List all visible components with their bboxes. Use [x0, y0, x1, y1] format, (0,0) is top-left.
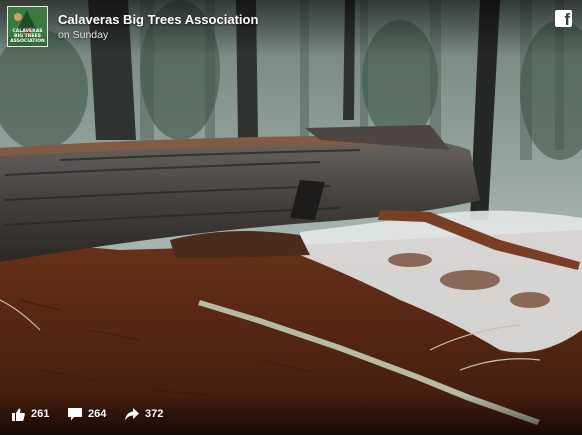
shares-count-value: 372 — [145, 408, 164, 420]
comments-count[interactable]: 264 — [68, 406, 106, 422]
like-thumb-icon — [12, 408, 25, 421]
comments-count-value: 264 — [88, 408, 107, 420]
video-post: CALAVERAS BIG TREES ASSOCIATION Calavera… — [0, 0, 582, 435]
comment-bubble-icon — [68, 407, 82, 420]
share-arrow-icon — [125, 407, 139, 420]
likes-count-value: 261 — [31, 408, 50, 420]
post-photo[interactable] — [0, 0, 582, 435]
likes-count[interactable]: 261 — [12, 406, 49, 422]
page-name[interactable]: Calaveras Big Trees Association — [58, 12, 258, 27]
shares-count[interactable]: 372 — [125, 406, 163, 422]
post-timestamp[interactable]: on Sunday — [58, 29, 108, 41]
logo-text: CALAVERAS BIG TREES ASSOCIATION — [10, 29, 45, 44]
page-logo[interactable]: CALAVERAS BIG TREES ASSOCIATION — [7, 6, 48, 47]
post-header — [0, 0, 582, 56]
facebook-icon[interactable]: f — [555, 10, 572, 29]
